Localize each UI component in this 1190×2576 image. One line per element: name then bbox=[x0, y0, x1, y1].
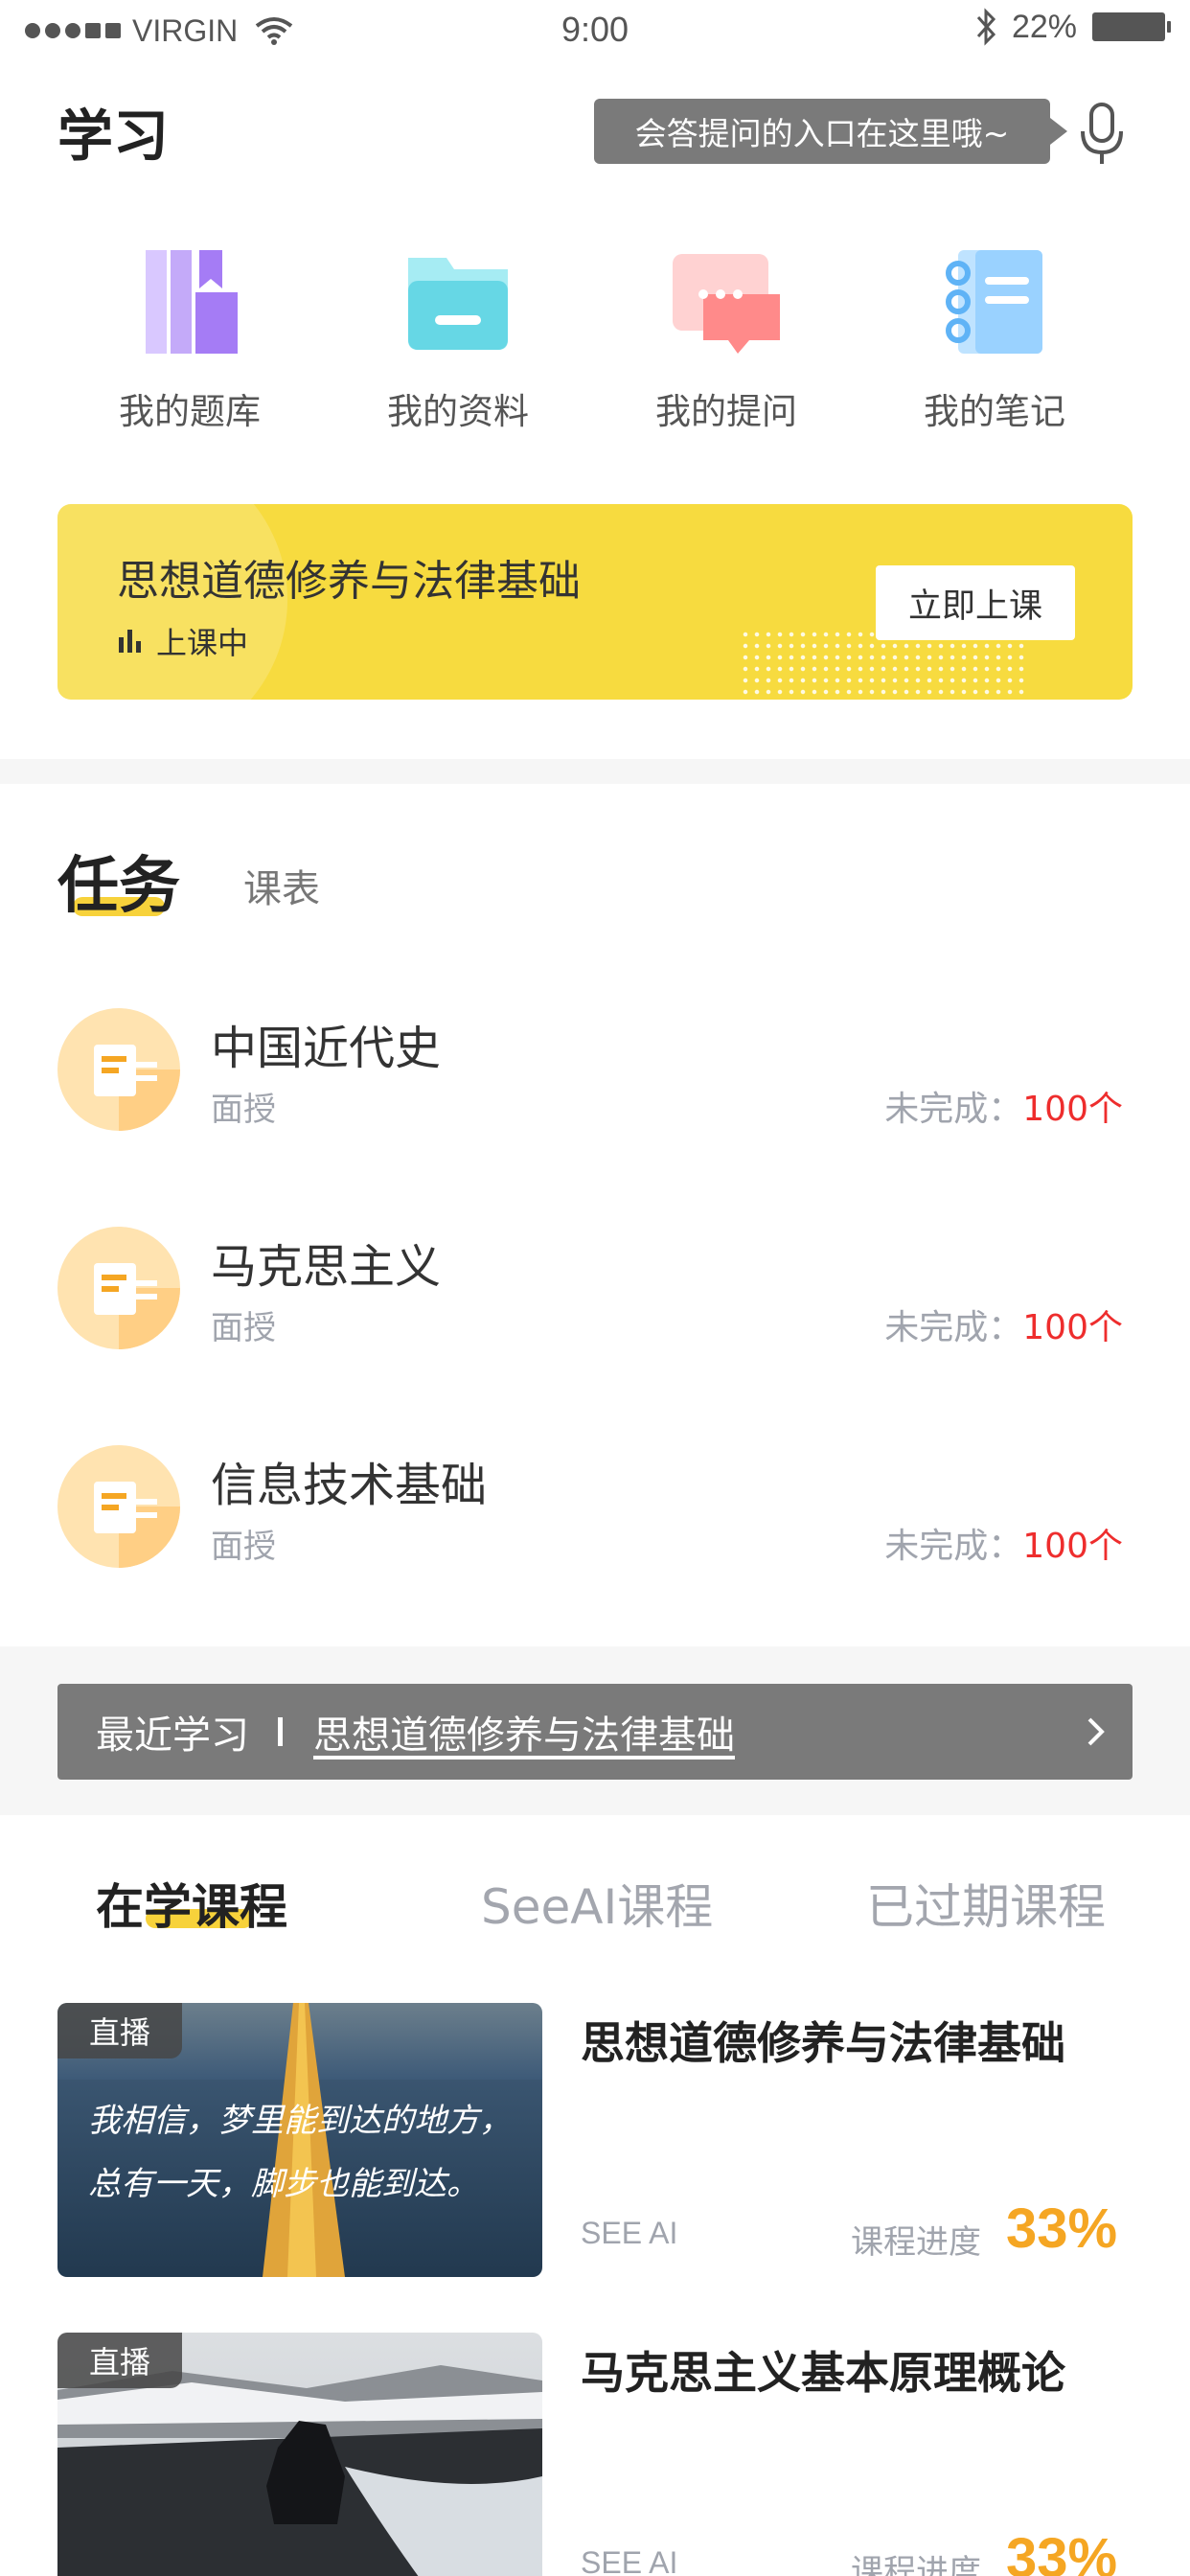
task-item[interactable]: 信息技术基础 面授 未完成：100个 bbox=[0, 1426, 1190, 1598]
recent-course-link[interactable]: 思想道德修养与法律基础 bbox=[313, 1704, 735, 1760]
task-progress-value: 100个 bbox=[1022, 1308, 1123, 1347]
course-progress-value: 33% bbox=[1006, 2527, 1118, 2576]
course-progress-label: 课程进度 bbox=[851, 2553, 981, 2576]
image-caption-line: 总有一天，脚步也能到达。 bbox=[88, 2165, 479, 2203]
tab-schedule[interactable]: 课表 bbox=[243, 858, 320, 913]
task-name: 中国近代史 bbox=[211, 1022, 442, 1075]
battery-percent: 22% bbox=[1011, 8, 1077, 45]
task-progress-label: 未完成： bbox=[884, 1090, 1023, 1129]
recent-learning-bar[interactable]: 最近学习 思想道德修养与法律基础 bbox=[57, 1684, 1133, 1780]
live-class-banner[interactable]: 思想道德修养与法律基础 上课中 立即上课 bbox=[57, 504, 1133, 700]
live-course-title: 思想道德修养与法律基础 bbox=[117, 557, 581, 606]
join-class-button[interactable]: 立即上课 bbox=[876, 565, 1075, 640]
live-status-text: 上课中 bbox=[156, 625, 249, 661]
voice-tooltip: 会答提问的入口在这里哦~ bbox=[594, 99, 1067, 164]
tab-tasks[interactable]: 任务 bbox=[57, 837, 180, 925]
status-right: 22% bbox=[975, 8, 1171, 46]
task-progress-label: 未完成： bbox=[884, 1308, 1023, 1347]
course-thumbnail[interactable]: 直播 bbox=[57, 2333, 542, 2576]
task-progress: 未完成：100个 bbox=[884, 1300, 1123, 1349]
course-thumbnail[interactable]: 我相信，梦里能到达的地方， 总有一天，脚步也能到达。 直播 bbox=[57, 2003, 542, 2277]
quick-entry-notes[interactable]: 我的笔记 bbox=[899, 244, 1090, 434]
folder-icon bbox=[408, 258, 508, 350]
course-card[interactable]: 我相信，梦里能到达的地方， 总有一天，脚步也能到达。 直播 思想道德修养与法律基… bbox=[0, 2003, 1190, 2290]
page-title: 学习 bbox=[57, 104, 170, 169]
live-badge: 直播 bbox=[57, 2333, 182, 2388]
task-progress-value: 100个 bbox=[1022, 1527, 1123, 1566]
section-divider bbox=[0, 759, 1190, 784]
course-card[interactable]: 直播 马克思主义基本原理概论 SEE AI 课程进度 33% bbox=[0, 2333, 1190, 2576]
course-progress-label: 课程进度 bbox=[851, 2223, 981, 2262]
course-progress-value: 33% bbox=[1006, 2197, 1118, 2260]
quick-entry-label: 我的提问 bbox=[655, 391, 797, 432]
image-caption-line: 我相信，梦里能到达的地方， bbox=[88, 2102, 512, 2140]
tab-expired-courses[interactable]: 已过期课程 bbox=[866, 1869, 1106, 1938]
task-document-icon bbox=[57, 1008, 180, 1131]
quick-entry-questions[interactable]: 我的提问 bbox=[630, 244, 822, 434]
quick-entry-label: 我的资料 bbox=[387, 391, 529, 432]
live-badge: 直播 bbox=[57, 2003, 182, 2058]
recent-label: 最近学习 bbox=[96, 1714, 249, 1758]
course-provider: SEE AI bbox=[581, 2545, 678, 2576]
live-status: 上课中 bbox=[119, 619, 248, 663]
course-title: 马克思主义基本原理概论 bbox=[581, 2347, 1065, 2399]
task-progress: 未完成：100个 bbox=[884, 1518, 1123, 1568]
task-progress-label: 未完成： bbox=[884, 1527, 1023, 1566]
quick-entry-label: 我的笔记 bbox=[924, 391, 1065, 432]
live-bars-icon bbox=[119, 630, 141, 653]
quick-entry-label: 我的题库 bbox=[119, 391, 261, 432]
task-progress: 未完成：100个 bbox=[884, 1081, 1123, 1131]
task-type: 面授 bbox=[211, 1091, 276, 1129]
quick-entry-question-bank[interactable]: 我的题库 bbox=[94, 244, 286, 434]
question-bank-icon bbox=[146, 250, 238, 354]
microphone-icon[interactable] bbox=[1075, 101, 1129, 166]
task-item[interactable]: 马克思主义 面授 未完成：100个 bbox=[0, 1208, 1190, 1380]
tab-current-courses[interactable]: 在学课程 bbox=[96, 1869, 287, 1938]
bluetooth-icon bbox=[976, 8, 995, 46]
task-type: 面授 bbox=[211, 1309, 276, 1347]
course-provider: SEE AI bbox=[581, 2216, 678, 2250]
task-type: 面授 bbox=[211, 1528, 276, 1566]
recent-separator bbox=[278, 1717, 283, 1746]
battery-icon bbox=[1092, 12, 1171, 41]
task-item[interactable]: 中国近代史 面授 未完成：100个 bbox=[0, 989, 1190, 1162]
task-document-icon bbox=[57, 1445, 180, 1568]
task-name: 马克思主义 bbox=[211, 1240, 442, 1294]
quick-entry-materials[interactable]: 我的资料 bbox=[362, 244, 554, 434]
chat-bubble-icon bbox=[673, 254, 780, 354]
task-name: 信息技术基础 bbox=[211, 1459, 488, 1512]
task-progress-value: 100个 bbox=[1022, 1090, 1123, 1129]
notebook-icon bbox=[946, 250, 1042, 354]
task-document-icon bbox=[57, 1227, 180, 1349]
tab-seeai-courses[interactable]: SeeAI课程 bbox=[481, 1869, 713, 1938]
chevron-right-icon bbox=[1087, 1717, 1105, 1746]
course-title: 思想道德修养与法律基础 bbox=[581, 2017, 1065, 2069]
image-caption: 我相信，梦里能到达的地方， 总有一天，脚步也能到达。 bbox=[88, 2089, 529, 2216]
